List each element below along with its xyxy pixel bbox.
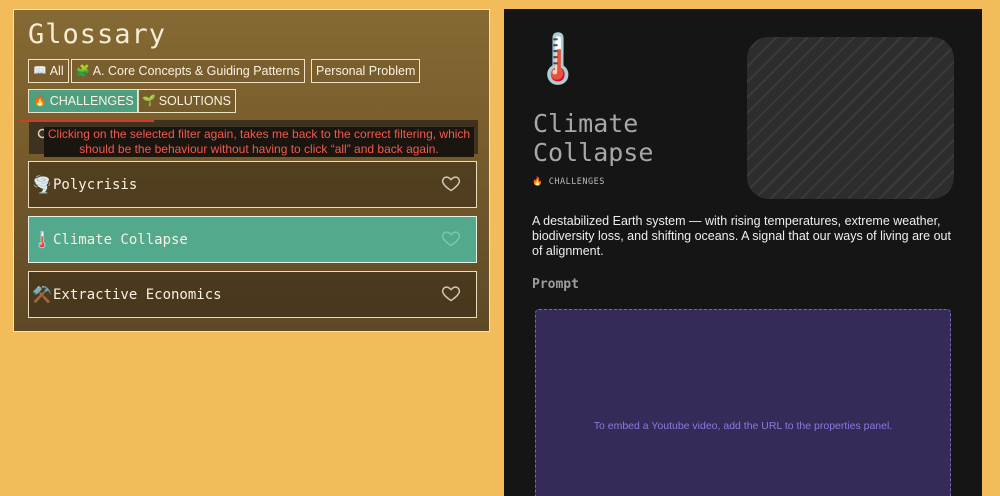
annotation-note: Clicking on the selected filter again, t… bbox=[44, 127, 474, 157]
filter-label: CHALLENGES bbox=[49, 94, 134, 108]
prompt-heading: Prompt bbox=[532, 277, 579, 292]
term-extractive-economics[interactable]: ⚒️ Extractive Economics bbox=[28, 271, 477, 318]
fire-icon: 🔥 bbox=[33, 95, 47, 107]
filter-personal-problem[interactable]: Personal Problem bbox=[311, 59, 421, 83]
term-polycrisis[interactable]: 🌪️ Polycrisis bbox=[28, 161, 477, 208]
puzzle-icon: 🧩 bbox=[76, 65, 90, 77]
category-label: CHALLENGES bbox=[548, 177, 605, 187]
heart-icon[interactable] bbox=[441, 173, 461, 193]
term-label: Extractive Economics bbox=[53, 286, 222, 303]
detail-title: Climate Collapse bbox=[533, 109, 654, 167]
embed-instruction: To embed a Youtube video, add the URL to… bbox=[593, 420, 893, 432]
filter-label: A. Core Concepts & Guiding Patterns bbox=[92, 64, 300, 78]
hammer-pick-icon: ⚒️ bbox=[32, 285, 52, 304]
seedling-icon: 🌱 bbox=[142, 95, 156, 107]
heart-icon[interactable] bbox=[441, 228, 461, 248]
filter-label: All bbox=[49, 64, 64, 78]
filter-label: SOLUTIONS bbox=[158, 94, 231, 108]
term-description: A destabilized Earth system — with risin… bbox=[532, 214, 951, 258]
filter-all[interactable]: 📖 All bbox=[28, 59, 69, 83]
thermometer-icon: 🌡️ bbox=[528, 31, 588, 87]
filter-core-concepts[interactable]: 🧩 A. Core Concepts & Guiding Patterns bbox=[71, 59, 305, 83]
image-placeholder bbox=[747, 37, 954, 199]
annotation-underline bbox=[19, 120, 154, 122]
fire-icon: 🔥 bbox=[532, 177, 544, 187]
detail-panel: 🌡️ Climate Collapse 🔥 CHALLENGES A desta… bbox=[504, 9, 982, 496]
book-icon: 📖 bbox=[33, 65, 47, 77]
filter-solutions[interactable]: 🌱 SOLUTIONS bbox=[137, 89, 236, 113]
glossary-panel: Glossary 📖 All 🧩 A. Core Concepts & Guid… bbox=[13, 9, 490, 332]
video-embed-placeholder[interactable]: To embed a Youtube video, add the URL to… bbox=[535, 309, 951, 496]
thermometer-icon: 🌡️ bbox=[32, 230, 52, 249]
filter-label: Personal Problem bbox=[316, 64, 416, 78]
filter-challenges[interactable]: 🔥 CHALLENGES bbox=[28, 89, 139, 113]
heart-icon[interactable] bbox=[441, 283, 461, 303]
term-label: Climate Collapse bbox=[53, 231, 188, 248]
term-climate-collapse[interactable]: 🌡️ Climate Collapse bbox=[28, 216, 477, 263]
glossary-title: Glossary bbox=[28, 19, 167, 50]
category-tag: 🔥 CHALLENGES bbox=[532, 177, 605, 187]
tornado-icon: 🌪️ bbox=[32, 175, 52, 194]
term-label: Polycrisis bbox=[53, 176, 138, 193]
